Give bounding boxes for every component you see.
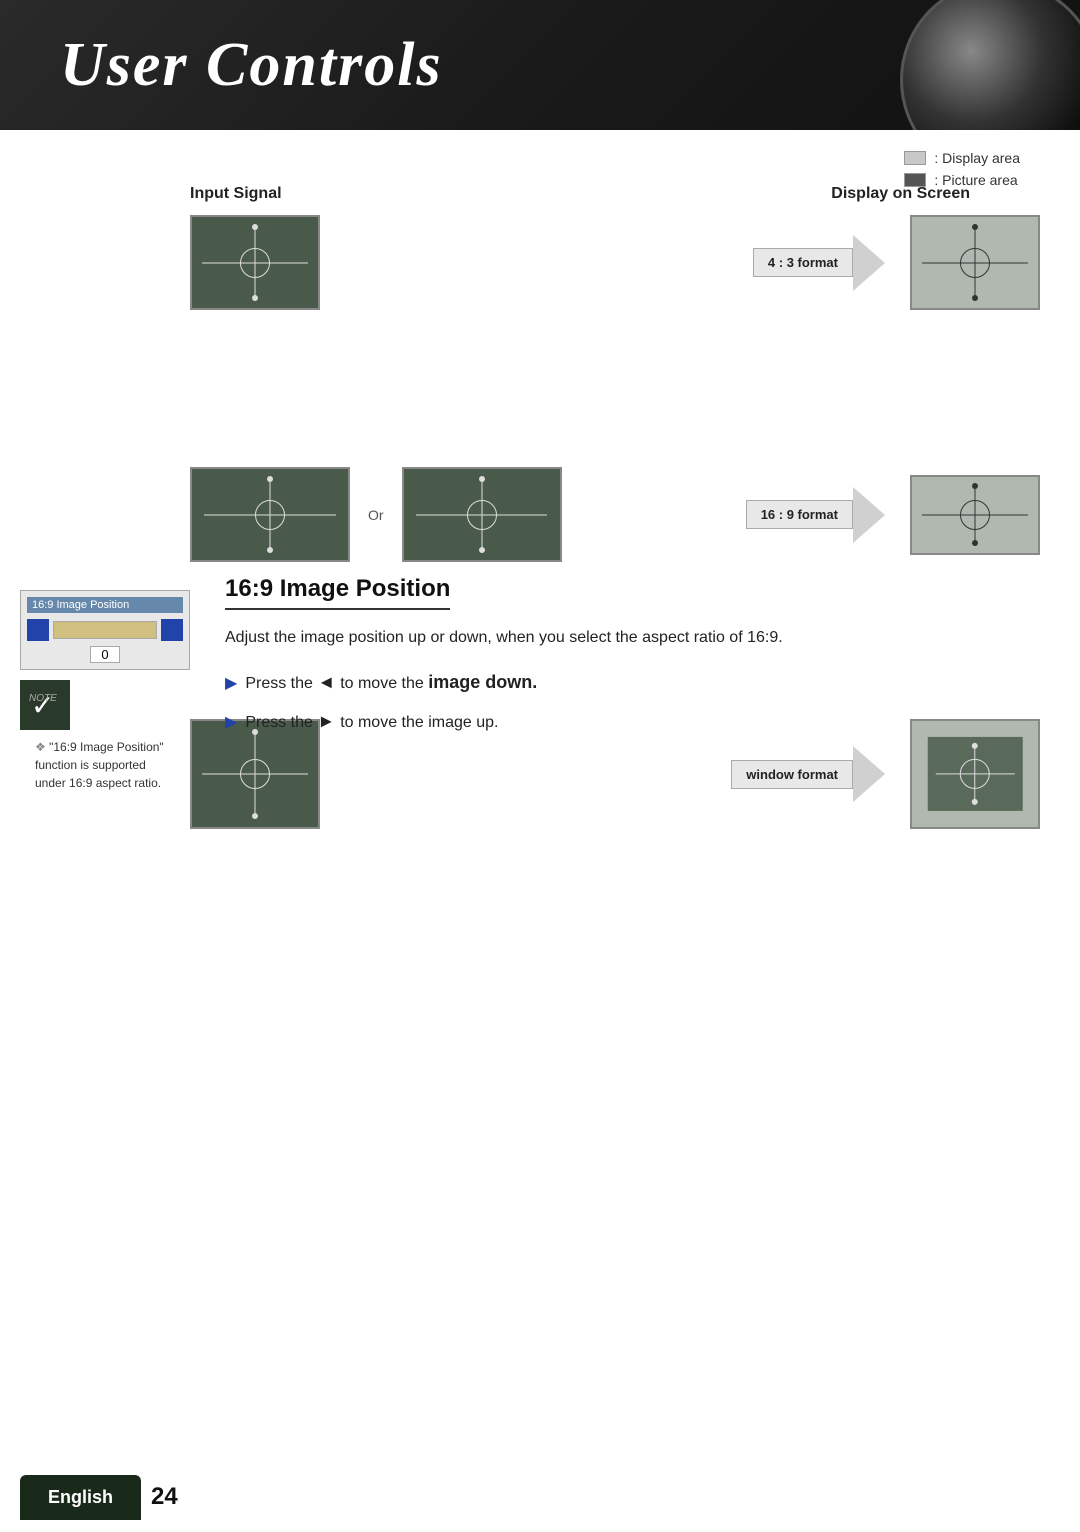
display-screen-1	[910, 215, 1040, 310]
position-slider-widget: 16:9 Image Position 0	[20, 590, 190, 670]
crosshair-circle-1	[240, 248, 270, 278]
tick-bottom-2b	[479, 547, 485, 553]
section-description: Adjust the image position up or down, wh…	[225, 625, 1020, 651]
crosshair-circle-2a	[255, 500, 285, 530]
tick-top-d2	[972, 483, 978, 489]
diagram-row-1: 4 : 3 format	[190, 215, 1040, 310]
footer-page-number: 24	[151, 1483, 178, 1511]
note-icon: ✓ NOTE	[20, 680, 70, 730]
note-text: "16:9 Image Position" function is suppor…	[20, 738, 175, 792]
input-screen-1	[190, 215, 320, 310]
crosshair-circle-d3	[960, 759, 990, 789]
bullet1-suffix: to move the	[340, 675, 424, 692]
checkmark-icon: ✓ NOTE	[27, 687, 63, 723]
format-btn-3: window format	[731, 760, 853, 789]
widget-title: 16:9 Image Position	[27, 597, 183, 613]
display-on-screen-label: Display on Screen	[831, 185, 970, 203]
tick-top-1	[252, 224, 258, 230]
slider-track	[27, 619, 183, 641]
tick-top-d1	[972, 224, 978, 230]
tick-bottom-d2	[972, 540, 978, 546]
legend-display-label: : Display area	[934, 150, 1020, 166]
bullet1-symbol: ◄	[317, 672, 340, 692]
page-title: User Controls	[60, 30, 443, 101]
slider-bar[interactable]	[53, 621, 157, 639]
bullet1-bold: image down.	[428, 672, 537, 692]
bullet2-prefix: Press the	[245, 714, 313, 731]
format-arrow-3: window format	[731, 746, 885, 802]
diagram-section: Input Signal Display on Screen 4 : 3 for…	[190, 185, 1040, 595]
tick-bottom-3	[252, 813, 258, 819]
section-title: 16:9 Image Position	[225, 575, 450, 610]
format-arrow-1: 4 : 3 format	[753, 235, 885, 291]
tick-bottom-1	[252, 295, 258, 301]
format-btn-1: 4 : 3 format	[753, 248, 853, 277]
crosshair-circle-2b	[467, 500, 497, 530]
arrow-1	[853, 235, 885, 291]
slider-value: 0	[90, 646, 120, 663]
bullet1-text: Press the ◄ to move the image down.	[245, 669, 537, 696]
lens-circle	[900, 0, 1080, 130]
lens-decoration	[900, 0, 1080, 130]
bullet2-symbol: ►	[317, 711, 340, 731]
bullet-item-1: ▶ Press the ◄ to move the image down.	[225, 669, 1020, 696]
or-text: Or	[368, 507, 384, 523]
footer: English 24	[0, 1462, 1080, 1532]
bullet-arrow-1: ▶	[225, 672, 237, 696]
input-signal-label: Input Signal	[190, 185, 282, 203]
bullet2-suffix: to move the image up.	[340, 714, 498, 731]
diagram-labels: Input Signal Display on Screen	[190, 185, 1040, 203]
bullet-arrow-2: ▶	[225, 711, 237, 735]
crosshair-circle-d1	[960, 248, 990, 278]
legend: : Display area : Picture area	[904, 150, 1020, 188]
format-btn-2: 16 : 9 format	[746, 500, 853, 529]
legend-display-box	[904, 151, 926, 165]
tick-bottom-2a	[267, 547, 273, 553]
input-screen-2b	[402, 467, 562, 562]
legend-display-area: : Display area	[904, 150, 1020, 166]
tick-top-2a	[267, 476, 273, 482]
bullet2-text: Press the ► to move the image up.	[245, 708, 498, 735]
diagram-row-2: Or 16 : 9 format	[190, 467, 1040, 562]
note-box: ✓ NOTE "16:9 Image Position" function is…	[20, 680, 175, 792]
inner-picture-3	[928, 737, 1023, 811]
format-arrow-2: 16 : 9 format	[746, 487, 885, 543]
svg-text:NOTE: NOTE	[29, 693, 57, 704]
bullet1-prefix: Press the	[245, 675, 313, 692]
bullet-item-2: ▶ Press the ► to move the image up.	[225, 708, 1020, 735]
main-text-section: 16:9 Image Position Adjust the image pos…	[225, 575, 1020, 747]
tick-bottom-d3	[972, 799, 978, 805]
slider-right-btn[interactable]	[161, 619, 183, 641]
page-header: User Controls	[0, 0, 1080, 130]
footer-language: English	[20, 1475, 141, 1520]
arrow-3	[853, 746, 885, 802]
input-screen-2a	[190, 467, 350, 562]
sidebar-panel: 16:9 Image Position 0	[20, 590, 200, 670]
display-screen-2	[910, 475, 1040, 555]
tick-bottom-d1	[972, 295, 978, 301]
crosshair-circle-3	[240, 759, 270, 789]
crosshair-circle-d2	[960, 500, 990, 530]
tick-top-2b	[479, 476, 485, 482]
slider-left-btn[interactable]	[27, 619, 49, 641]
arrow-2	[853, 487, 885, 543]
